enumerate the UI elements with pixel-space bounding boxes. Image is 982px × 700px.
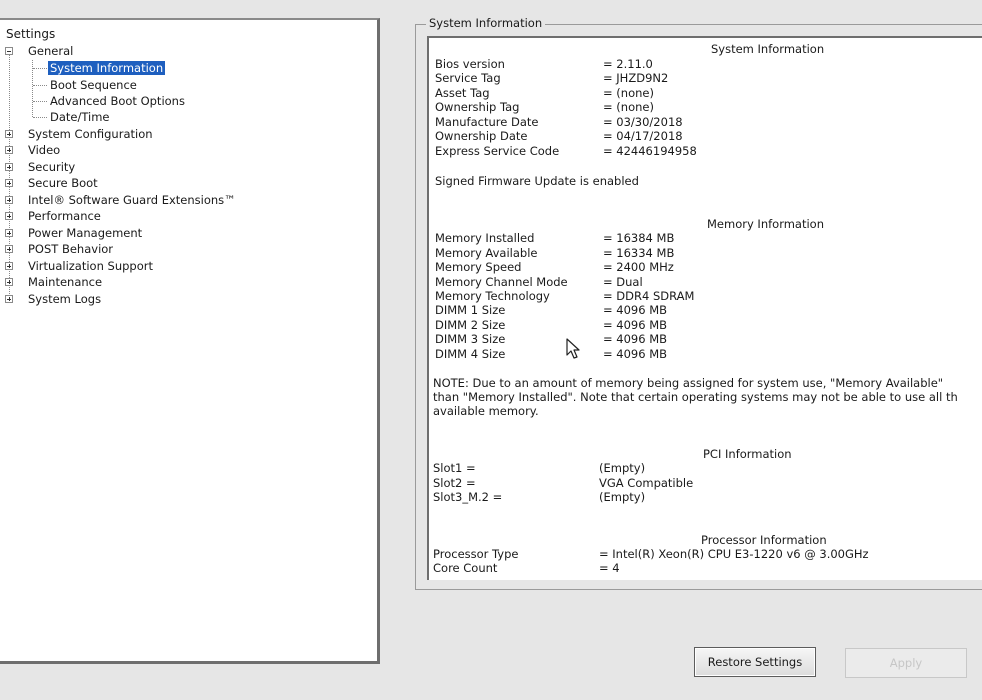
tree-item-post-behavior[interactable]: POST Behavior <box>26 242 115 256</box>
tree-item-system-logs[interactable]: System Logs <box>26 292 103 306</box>
expand-system-logs-icon[interactable] <box>5 295 13 303</box>
expand-security-icon[interactable] <box>5 163 13 171</box>
expand-system-configuration-icon[interactable] <box>5 130 13 138</box>
info-row-core-count: Core Count = 4 <box>433 561 620 575</box>
info-row-processor-type: Processor Type = Intel(R) Xeon(R) CPU E3-… <box>433 547 869 561</box>
info-row-manufacture-date: Manufacture Date = 03/30/2018 <box>435 115 683 129</box>
info-row-dimm1-size: DIMM 1 Size = 4096 MB <box>435 303 668 317</box>
tree-item-general[interactable]: General <box>26 44 75 58</box>
expand-power-management-icon[interactable] <box>5 229 13 237</box>
info-row-slot2: Slot2 = VGA Compatible <box>433 476 694 490</box>
expand-secure-boot-icon[interactable] <box>5 179 13 187</box>
tree-root-label[interactable]: Settings <box>6 27 55 41</box>
expand-maintenance-icon[interactable] <box>5 278 13 286</box>
info-row-ownership-date: Ownership Date = 04/17/2018 <box>435 129 683 143</box>
tree-item-video[interactable]: Video <box>26 143 62 157</box>
mouse-pointer-icon <box>566 338 580 359</box>
info-row-slot3-m2: Slot3_M.2 = (Empty) <box>433 490 646 504</box>
expand-performance-icon[interactable] <box>5 212 13 220</box>
processor-info-heading: Processor Information <box>701 533 827 547</box>
pci-info-heading: PCI Information <box>703 447 792 461</box>
info-row-dimm4-size: DIMM 4 Size = 4096 MB <box>435 347 668 361</box>
info-row-service-tag: Service Tag = JHZD9N2 <box>435 71 669 85</box>
settings-tree[interactable]: Settings General System Information Boot… <box>0 18 380 664</box>
tree-item-secure-boot[interactable]: Secure Boot <box>26 176 100 190</box>
info-row-dimm2-size: DIMM 2 Size = 4096 MB <box>435 318 668 332</box>
restore-settings-button[interactable]: Restore Settings <box>694 647 816 677</box>
tree-item-software-guard-extensions[interactable]: Intel® Software Guard Extensions™ <box>26 193 238 207</box>
expand-video-icon[interactable] <box>5 146 13 154</box>
memory-note: NOTE: Due to an amount of memory being a… <box>433 376 958 418</box>
info-row-memory-channel-mode: Memory Channel Mode = Dual <box>435 275 643 289</box>
info-row-ownership-tag: Ownership Tag = (none) <box>435 100 654 114</box>
info-row-memory-technology: Memory Technology = DDR4 SDRAM <box>435 289 695 303</box>
tree-item-maintenance[interactable]: Maintenance <box>26 275 104 289</box>
tree-item-advanced-boot-options[interactable]: Advanced Boot Options <box>48 94 187 108</box>
signed-firmware-status: Signed Firmware Update is enabled <box>435 174 639 188</box>
content-group-title: System Information <box>426 16 546 30</box>
tree-connector-line <box>9 51 10 298</box>
info-row-slot1: Slot1 = (Empty) <box>433 461 646 475</box>
system-info-heading: System Information <box>711 42 825 56</box>
tree-item-security[interactable]: Security <box>26 160 77 174</box>
info-row-memory-installed: Memory Installed = 16384 MB <box>435 231 675 245</box>
info-row-asset-tag: Asset Tag = (none) <box>435 86 654 100</box>
info-row-bios-version: Bios version = 2.11.0 <box>435 57 653 71</box>
tree-item-boot-sequence[interactable]: Boot Sequence <box>48 78 139 92</box>
info-row-express-service-code: Express Service Code = 42446194958 <box>435 144 697 158</box>
tree-item-system-information[interactable]: System Information <box>46 60 167 76</box>
system-information-panel[interactable]: System Information Bios version = 2.11.0 … <box>427 36 982 580</box>
expand-general-icon[interactable] <box>5 47 13 55</box>
tree-item-power-management[interactable]: Power Management <box>26 226 144 240</box>
memory-info-heading: Memory Information <box>707 217 824 231</box>
tree-item-date-time[interactable]: Date/Time <box>48 110 112 124</box>
expand-post-behavior-icon[interactable] <box>5 245 13 253</box>
info-row-memory-available: Memory Available = 16334 MB <box>435 246 675 260</box>
tree-item-system-configuration[interactable]: System Configuration <box>26 127 155 141</box>
tree-item-virtualization-support[interactable]: Virtualization Support <box>26 259 155 273</box>
bios-setup-screen: Settings General System Information Boot… <box>0 0 982 700</box>
info-row-memory-speed: Memory Speed = 2400 MHz <box>435 260 674 274</box>
info-row-dimm3-size: DIMM 3 Size = 4096 MB <box>435 332 668 346</box>
expand-sgx-icon[interactable] <box>5 196 13 204</box>
expand-virtualization-support-icon[interactable] <box>5 262 13 270</box>
apply-button[interactable]: Apply <box>845 648 967 678</box>
tree-item-performance[interactable]: Performance <box>26 209 103 223</box>
